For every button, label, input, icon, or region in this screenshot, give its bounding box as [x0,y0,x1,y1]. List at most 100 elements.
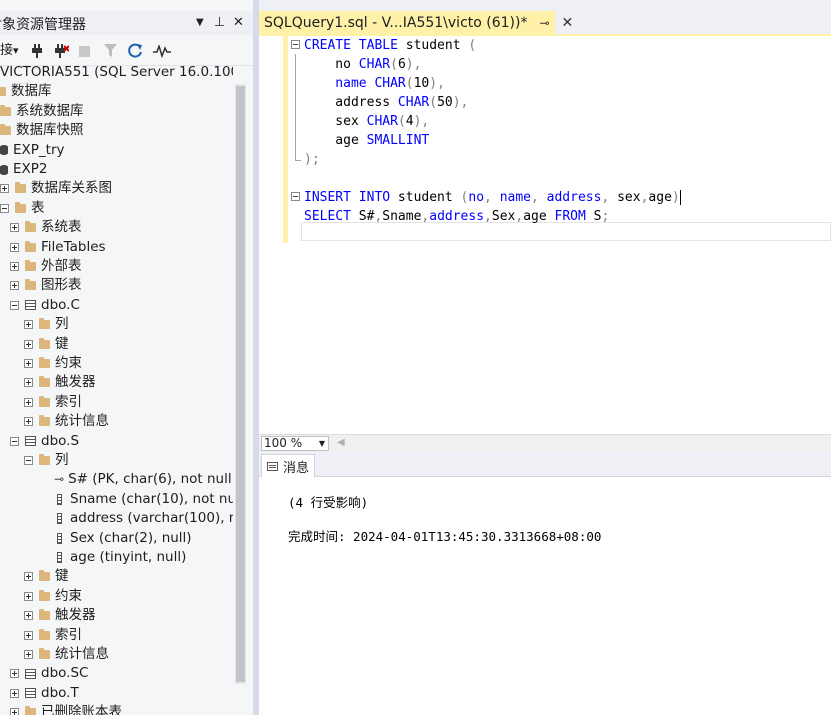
tree-node[interactable]: 索引 [24,626,82,645]
tree-node[interactable]: 数据库关系图 [0,179,112,198]
disconnect-icon[interactable] [53,44,69,62]
scrollbar-thumb[interactable] [236,86,245,682]
tree-node-label: 键 [55,568,69,585]
tree-node-label: 索引 [55,626,82,643]
object-explorer-scrollbar[interactable] [235,84,246,684]
collapse-icon[interactable] [10,300,19,310]
expand-icon[interactable] [24,320,33,330]
messages-tab-label: 消息 [283,460,310,476]
tree-node[interactable]: 约束 [24,354,82,373]
tree-node[interactable]: Sex (char(2), null) [54,529,192,548]
zoom-dropdown[interactable]: 100 % ▼ [261,436,329,451]
tree-node[interactable]: EXP_try [0,141,65,160]
code-line[interactable]: sex CHAR(4), [304,112,429,131]
code-line[interactable]: address CHAR(50), [304,93,468,112]
expand-icon[interactable] [24,417,33,427]
collapse-icon[interactable] [0,203,9,213]
tree-node[interactable]: 系统数据库 [0,102,84,121]
tree-node[interactable]: 列 [24,315,69,334]
code-line[interactable]: CREATE TABLE student ( [304,36,476,55]
expand-icon[interactable] [24,611,33,621]
tree-node[interactable]: dbo.C [10,296,80,315]
expand-icon[interactable] [24,378,33,388]
sql-code-editor[interactable]: CREATE TABLE student ( no CHAR(6), name … [259,36,831,434]
filter-icon[interactable] [104,44,117,62]
expand-icon[interactable] [24,591,33,601]
scroll-left-icon[interactable]: ◀ [337,437,345,448]
tree-node[interactable]: dbo.T [10,684,79,703]
tree-node[interactable]: EXP2 [0,160,48,179]
dropdown-icon[interactable]: ▼ [196,14,204,32]
tree-node[interactable]: age (tinyint, null) [54,548,186,567]
tree-node[interactable]: 约束 [24,587,82,606]
tree-node[interactable]: 外部表 [10,257,82,276]
tab-messages[interactable]: 消息 [261,454,315,477]
tree-node[interactable]: 数据库 [0,82,52,101]
code-line[interactable]: SELECT S#,Sname,address,Sex,age FROM S; [304,207,609,226]
expand-icon[interactable] [24,630,33,640]
tab-sqlquery1[interactable]: SQLQuery1.sql - V...IA551\victo (61))* ⊸… [259,11,573,34]
tree-node[interactable]: ⊸ S# (PK, char(6), not null) [54,470,233,489]
tree-node[interactable]: 图形表 [10,276,82,295]
expand-icon[interactable] [10,708,19,715]
collapse-icon[interactable] [24,456,33,465]
close-icon[interactable]: ✕ [233,14,244,32]
collapse-insert-icon[interactable] [291,192,300,201]
tree-node[interactable]: VICTORIA551 (SQL Server 16.0.1000.6 - [0,66,233,82]
expand-icon[interactable] [10,223,19,233]
tree-node[interactable]: dbo.S [10,432,79,451]
tree-node[interactable]: 表 [0,199,45,218]
tree-node[interactable]: 已删除账本表 [10,703,122,715]
folder-icon [25,260,36,271]
expand-icon[interactable] [24,397,33,407]
collapse-create-icon[interactable] [291,40,300,49]
tree-node[interactable]: 触发器 [24,373,96,392]
column-icon [57,552,62,563]
tree-node[interactable]: 统计信息 [24,412,109,431]
outline-line [295,54,296,161]
tree-node[interactable]: address (varchar(100), nu [54,509,233,528]
tree-node[interactable]: 数据库快照 [0,121,84,140]
folder-icon [39,454,50,465]
pin-tab-icon[interactable]: ⊸ [539,16,549,30]
connect-plug-icon[interactable] [29,44,43,62]
code-line[interactable]: ); [304,150,320,169]
tree-node-label: dbo.T [41,684,79,701]
expand-icon[interactable] [24,359,33,368]
expand-icon[interactable] [24,650,33,659]
collapse-icon[interactable] [10,436,19,446]
expand-icon[interactable] [10,242,19,252]
code-line[interactable]: age SMALLINT [304,131,429,150]
refresh-icon[interactable] [128,43,143,61]
code-line[interactable]: no CHAR(6), [304,55,421,74]
expand-icon[interactable] [0,184,9,194]
expand-icon[interactable] [24,572,33,582]
tree-node[interactable]: 键 [24,567,69,586]
code-line[interactable]: name CHAR(10), [304,74,445,93]
code-line[interactable]: INSERT INTO student (no, name, address, … [304,188,681,207]
tree-node[interactable]: 统计信息 [24,645,109,664]
tab-label: SQLQuery1.sql - V...IA551\victo (61))* [264,14,528,31]
tree-node[interactable]: 触发器 [24,606,96,625]
tree-node[interactable]: Sname (char(10), not null) [54,490,233,509]
stop-icon[interactable] [79,46,90,64]
tree-node[interactable]: FileTables [10,238,106,257]
expand-icon[interactable] [10,688,19,698]
close-tab-icon[interactable]: ✕ [562,15,574,31]
tree-node[interactable]: dbo.SC [10,664,88,683]
activity-monitor-icon[interactable] [153,45,171,63]
expand-icon[interactable] [10,281,19,291]
tree-node[interactable]: 索引 [24,393,82,412]
pin-icon[interactable]: ⊥ [214,14,225,32]
connect-button[interactable]: 连接▾ [0,42,19,60]
tree-node[interactable]: 列 [24,451,69,470]
expand-icon[interactable] [10,262,19,271]
connect-dropdown-icon: ▾ [13,44,19,57]
expand-icon[interactable] [24,339,33,349]
tree-node[interactable]: 键 [24,335,69,354]
tree-node[interactable]: 系统表 [10,218,82,237]
tree-node-label: EXP_try [13,141,65,158]
expand-icon[interactable] [10,669,19,679]
code-token: , [484,190,500,205]
column-icon [57,493,62,505]
